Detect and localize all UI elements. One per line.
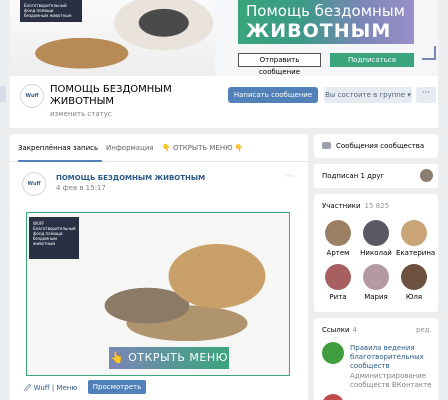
cover-subscribe-button[interactable]: Подписаться bbox=[330, 53, 414, 67]
member-avatar bbox=[363, 264, 389, 290]
members-title-label: Участники bbox=[322, 202, 361, 210]
link-title[interactable]: Правила ведения благотворительных сообще… bbox=[350, 344, 434, 371]
member-avatar bbox=[401, 220, 427, 246]
member-name: Рита bbox=[329, 293, 347, 301]
view-button[interactable]: Просмотреть bbox=[88, 380, 146, 394]
more-actions-button[interactable]: ··· bbox=[416, 87, 436, 103]
link-thumbnail-icon[interactable] bbox=[322, 342, 344, 364]
feed-tabs: Закреплённая запись Информация 👇 ОТКРЫТЬ… bbox=[10, 134, 308, 162]
feed-card: Закреплённая запись Информация 👇 ОТКРЫТЬ… bbox=[10, 134, 308, 400]
links-title[interactable]: Ссылки 4 bbox=[322, 326, 357, 334]
change-status-link[interactable]: изменить статус bbox=[50, 110, 112, 118]
cover-banner: Помощь бездомным ЖИВОТНЫМ bbox=[238, 0, 414, 44]
members-count: 15 825 bbox=[364, 202, 390, 210]
cover-logo: Благотворительный фонд помощи бездомным … bbox=[20, 0, 82, 22]
left-edge-tab[interactable] bbox=[0, 86, 6, 102]
member-item[interactable]: Артем bbox=[320, 220, 356, 257]
community-cover: Благотворительный фонд помощи бездомным … bbox=[10, 0, 438, 76]
member-avatar bbox=[325, 220, 351, 246]
post-image-logo: WUFF Благотворительный фонд помощи бездо… bbox=[29, 217, 79, 259]
post-image-open-menu-button[interactable]: 👆 ОТКРЫТЬ МЕНЮ bbox=[109, 347, 229, 369]
member-avatar bbox=[401, 264, 427, 290]
links-edit-link[interactable]: ред. bbox=[416, 326, 432, 334]
links-card: Ссылки 4 ред. Правила ведения благотворит… bbox=[314, 318, 438, 400]
chat-bubble-icon bbox=[322, 142, 331, 149]
links-count: 4 bbox=[352, 326, 357, 334]
member-name: Юля bbox=[405, 293, 423, 301]
community-avatar[interactable]: Wuff bbox=[20, 84, 44, 108]
write-message-button[interactable]: Написать сообщение bbox=[228, 87, 318, 103]
tab-pinned-post[interactable]: Закреплённая запись bbox=[18, 144, 98, 152]
banner-line-2: ЖИВОТНЫМ bbox=[246, 20, 392, 42]
member-item[interactable]: Юля bbox=[396, 264, 432, 301]
membership-dropdown-button[interactable]: Вы состоите в группе ▾ bbox=[324, 87, 412, 103]
members-title[interactable]: Участники 15 825 bbox=[322, 202, 389, 210]
member-avatar bbox=[325, 264, 351, 290]
member-item[interactable]: Мария bbox=[358, 264, 394, 301]
community-messages-card[interactable]: Сообщения сообщества bbox=[314, 134, 438, 158]
member-name: Мария bbox=[364, 293, 388, 301]
community-title: ПОМОЩЬ БЕЗДОМНЫМ ЖИВОТНЫМ bbox=[50, 84, 172, 107]
link-description: Администрирование сообществ ВКонтакте bbox=[350, 372, 432, 389]
active-tab-indicator bbox=[18, 160, 102, 162]
post-author-avatar[interactable]: Wuff bbox=[22, 172, 46, 196]
members-card: Участники 15 825 Артем Николай Екатерина … bbox=[314, 194, 438, 312]
member-item[interactable]: Екатерина bbox=[396, 220, 436, 257]
member-item[interactable]: Рита bbox=[320, 264, 356, 301]
friend-avatar[interactable] bbox=[420, 169, 433, 182]
member-name: Екатерина bbox=[396, 249, 436, 257]
friends-subscribed-card[interactable]: Подписан 1 друг bbox=[314, 164, 438, 188]
community-messages-label: Сообщения сообщества bbox=[336, 142, 425, 150]
post-author-name[interactable]: ПОМОЩЬ БЕЗДОМНЫМ ЖИВОТНЫМ bbox=[56, 174, 205, 182]
link-thumbnail-icon[interactable] bbox=[322, 394, 344, 400]
links-title-label: Ссылки bbox=[322, 326, 350, 334]
member-name: Артем bbox=[326, 249, 350, 257]
post-image[interactable]: WUFF Благотворительный фонд помощи бездо… bbox=[26, 212, 290, 376]
post-attachment-link[interactable]: 🖉 Wuff | Меню bbox=[24, 384, 77, 395]
cover-send-message-button[interactable]: Отправить сообщение bbox=[238, 53, 321, 76]
friends-subscribed-label: Подписан 1 друг bbox=[322, 172, 385, 180]
member-avatar bbox=[363, 220, 389, 246]
member-name: Николай bbox=[360, 249, 392, 257]
post-more-icon[interactable]: ··· bbox=[285, 172, 294, 182]
cover-decor-corner bbox=[422, 46, 436, 60]
member-item[interactable]: Николай bbox=[358, 220, 394, 257]
post-image-animals bbox=[87, 223, 287, 341]
tab-info[interactable]: Информация bbox=[106, 144, 154, 152]
banner-line-1: Помощь бездомным bbox=[246, 2, 405, 20]
community-header: Wuff ПОМОЩЬ БЕЗДОМНЫМ ЖИВОТНЫМ изменить … bbox=[10, 76, 438, 128]
post-date[interactable]: 4 фев в 15:17 bbox=[56, 184, 106, 192]
tab-open-menu[interactable]: 👇 ОТКРЫТЬ МЕНЮ 👇 bbox=[162, 144, 244, 152]
